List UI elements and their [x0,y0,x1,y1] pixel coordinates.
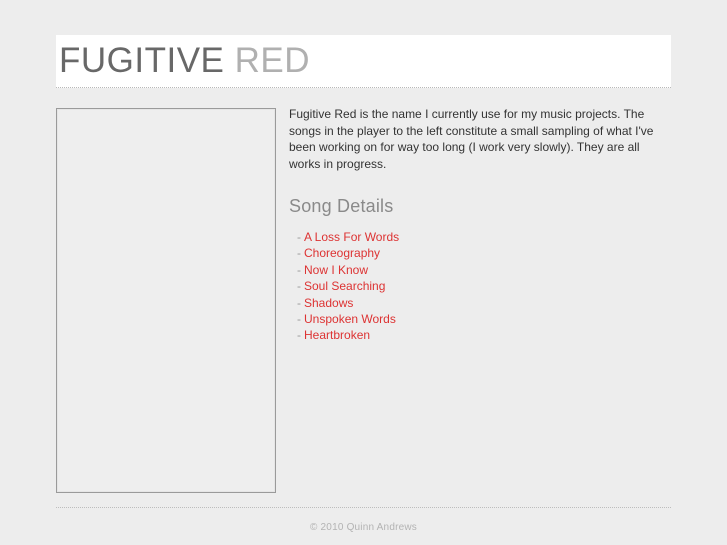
list-bullet-dash: - [297,230,301,244]
list-item: - Heartbroken [289,327,672,343]
page-title-main: FUGITIVE [59,41,225,80]
list-bullet-dash: - [297,262,301,277]
music-player-panel[interactable] [56,108,276,493]
list-item: - Unspoken Words [289,311,672,327]
page-root: FUGITIVE RED Fugitive Red is the name I … [0,0,727,545]
list-bullet-dash: - [297,246,301,261]
list-bullet-dash: - [297,295,301,310]
list-item: - Now I Know [289,262,672,278]
list-item: - Choreography [289,245,672,261]
copyright-text: © 2010 Quinn Andrews [310,522,417,533]
list-item: - Shadows [289,295,672,311]
song-link[interactable]: Choreography [304,246,380,260]
page-title-accent: RED [234,41,311,80]
song-link[interactable]: Now I Know [304,263,368,277]
list-bullet-dash: - [297,279,301,294]
song-link[interactable]: Shadows [304,296,353,310]
page-title: FUGITIVE RED [59,38,310,84]
song-link[interactable]: Unspoken Words [304,312,396,326]
list-bullet-dash: - [297,312,301,327]
song-link[interactable]: Heartbroken [304,328,370,342]
song-link[interactable]: A Loss For Words [304,230,399,244]
site-footer: © 2010 Quinn Andrews [56,507,671,535]
list-item: -A Loss For Words [289,229,672,245]
content-column: Fugitive Red is the name I currently use… [289,106,672,344]
song-list: -A Loss For Words - Choreography - Now I K… [289,229,672,344]
song-link[interactable]: Soul Searching [304,279,385,293]
intro-paragraph: Fugitive Red is the name I currently use… [289,107,654,171]
list-bullet-dash: - [297,328,301,343]
list-item: - Soul Searching [289,278,672,294]
song-details-heading: Song Details [289,196,394,216]
site-header: FUGITIVE RED [56,35,671,88]
